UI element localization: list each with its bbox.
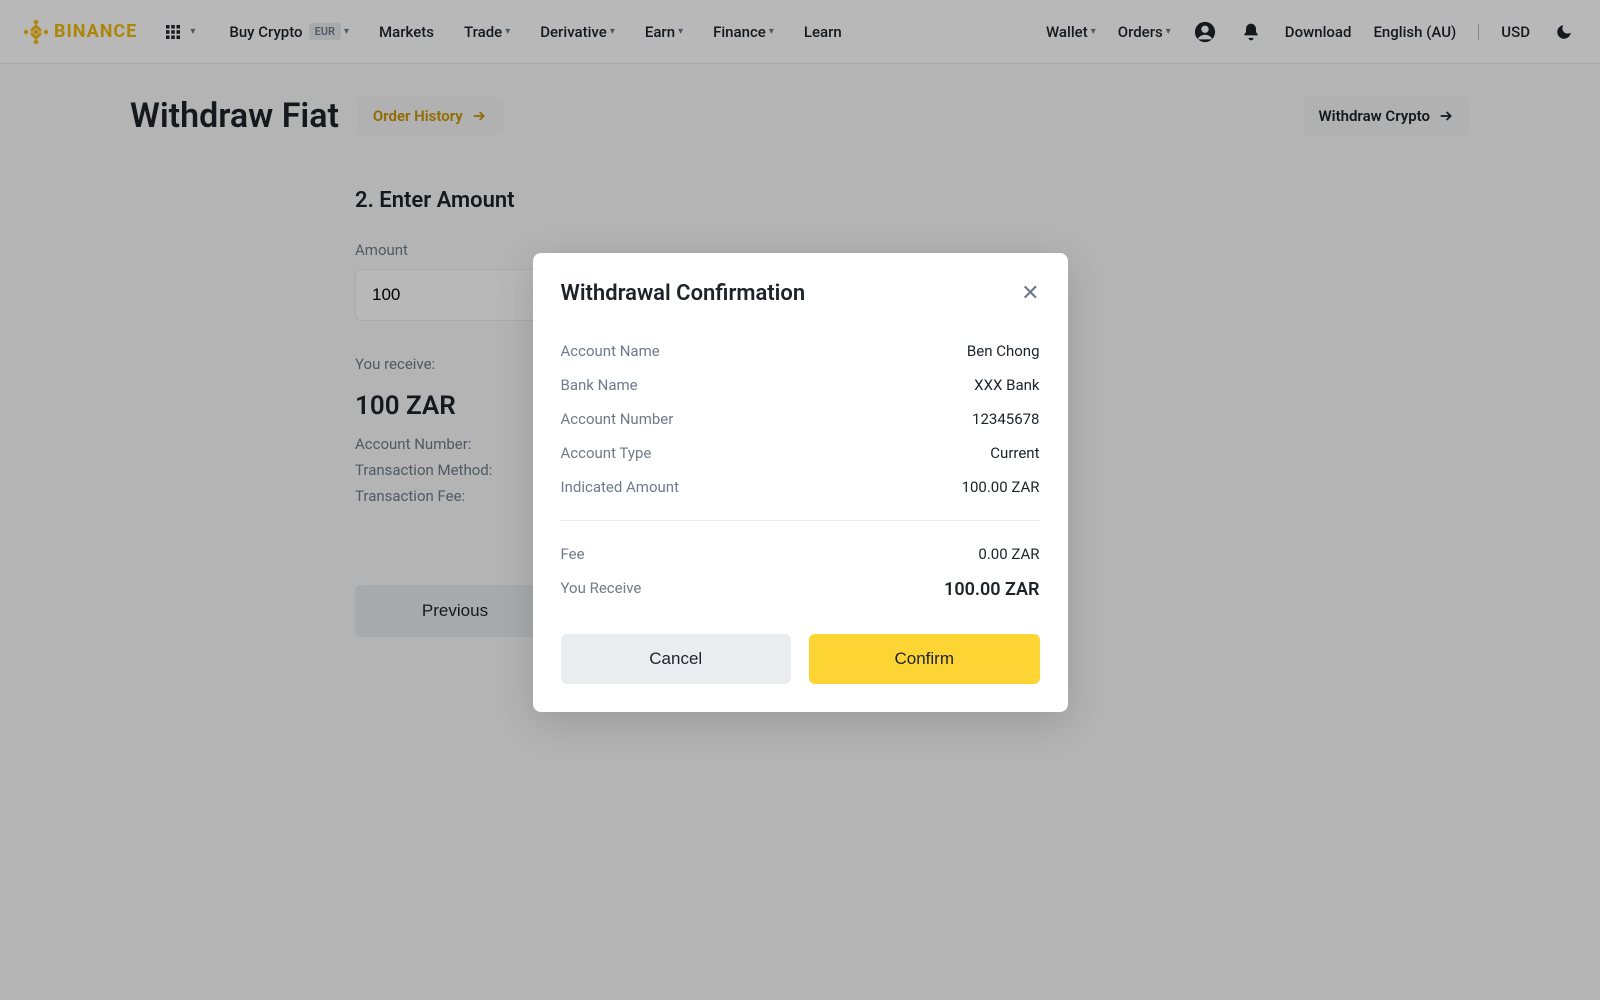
modal-header: Withdrawal Confirmation ✕ bbox=[561, 281, 1040, 306]
confirm-row-account-type: Account Type Current bbox=[561, 436, 1040, 470]
bank-name-key: Bank Name bbox=[561, 376, 638, 394]
confirm-row-you-receive: You Receive 100.00 ZAR bbox=[561, 571, 1040, 608]
confirm-row-fee: Fee 0.00 ZAR bbox=[561, 537, 1040, 571]
confirm-row-bank-name: Bank Name XXX Bank bbox=[561, 368, 1040, 402]
account-number-value: 12345678 bbox=[972, 410, 1039, 428]
confirm-button[interactable]: Confirm bbox=[809, 634, 1040, 684]
close-icon[interactable]: ✕ bbox=[1021, 283, 1039, 305]
modal-divider bbox=[561, 520, 1040, 521]
confirm-row-account-name: Account Name Ben Chong bbox=[561, 334, 1040, 368]
modal-backdrop[interactable]: Withdrawal Confirmation ✕ Account Name B… bbox=[0, 0, 1600, 1000]
confirm-row-indicated-amount: Indicated Amount 100.00 ZAR bbox=[561, 470, 1040, 504]
withdrawal-confirmation-modal: Withdrawal Confirmation ✕ Account Name B… bbox=[533, 253, 1068, 712]
bank-name-value: XXX Bank bbox=[974, 376, 1039, 394]
you-receive-value: 100.00 ZAR bbox=[944, 579, 1039, 600]
account-number-key: Account Number bbox=[561, 410, 674, 428]
cancel-button[interactable]: Cancel bbox=[561, 634, 792, 684]
fee-key: Fee bbox=[561, 545, 585, 563]
you-receive-key: You Receive bbox=[561, 579, 642, 600]
indicated-amount-value: 100.00 ZAR bbox=[962, 478, 1040, 496]
modal-button-row: Cancel Confirm bbox=[561, 634, 1040, 684]
modal-title: Withdrawal Confirmation bbox=[561, 281, 806, 306]
account-type-value: Current bbox=[990, 444, 1039, 462]
confirm-row-account-number: Account Number 12345678 bbox=[561, 402, 1040, 436]
indicated-amount-key: Indicated Amount bbox=[561, 478, 679, 496]
fee-value: 0.00 ZAR bbox=[978, 545, 1039, 563]
account-name-value: Ben Chong bbox=[967, 342, 1040, 360]
account-name-key: Account Name bbox=[561, 342, 660, 360]
account-type-key: Account Type bbox=[561, 444, 652, 462]
